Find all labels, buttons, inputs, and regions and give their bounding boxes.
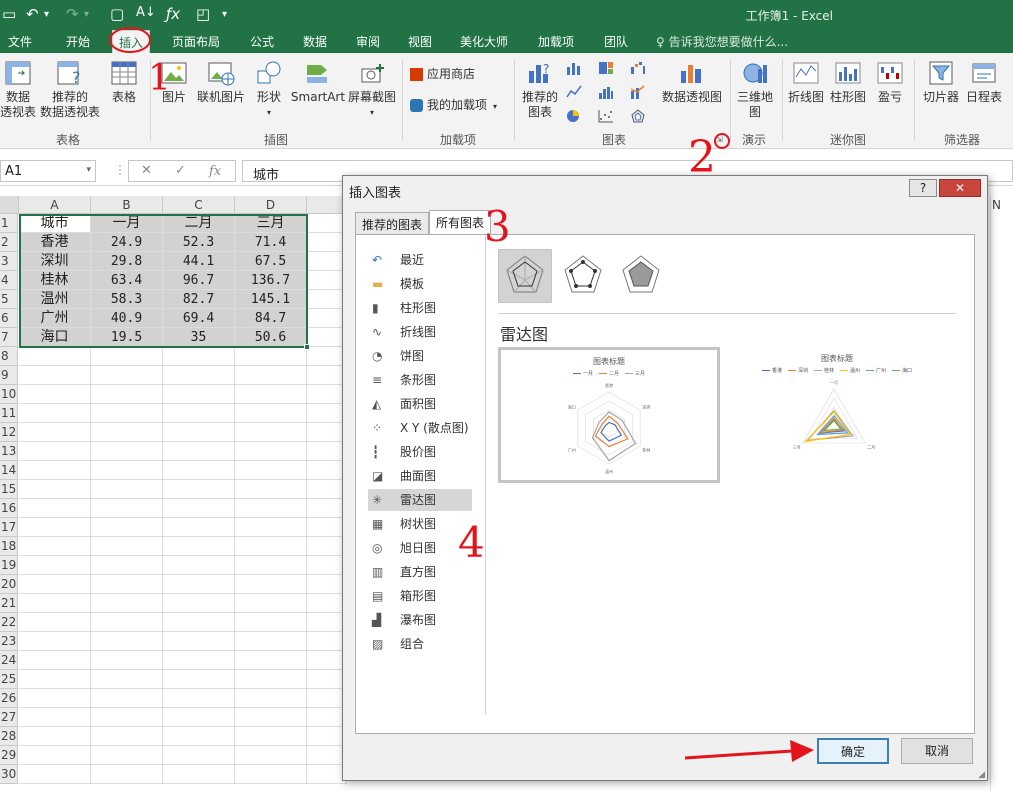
annotation-step-1: 1: [148, 58, 171, 99]
insert-tab-highlight: [109, 27, 151, 53]
arrow-head-icon: [790, 740, 814, 762]
annotation-step-4: 4: [458, 518, 485, 567]
annotation-step-3: 3: [484, 202, 511, 251]
annotation-step-2: 2: [688, 132, 716, 183]
dialog-launcher-highlight: [714, 133, 730, 149]
arrow-shaft: [684, 748, 809, 760]
annotation-layer: [109, 27, 814, 762]
